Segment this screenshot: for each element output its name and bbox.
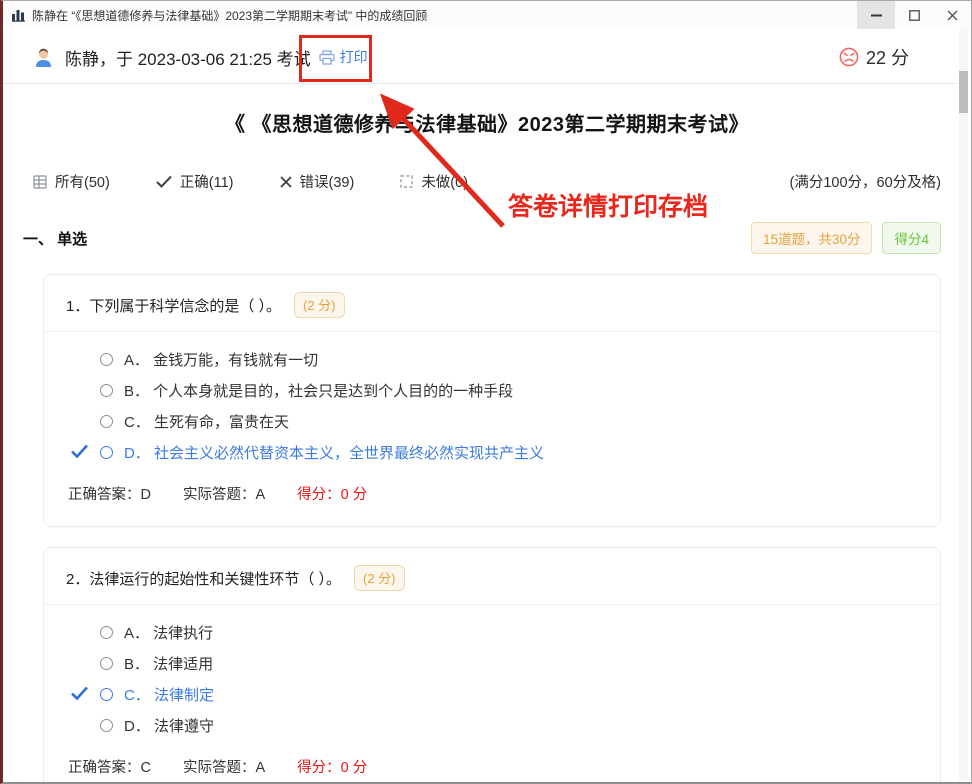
minimize-icon bbox=[871, 10, 882, 21]
option-a-text: A． 法律执行 bbox=[124, 622, 213, 643]
question-2-title: 2．法律运行的起始性和关键性环节（ ）。 bbox=[66, 568, 341, 589]
question-card-1: 1．下列属于科学信念的是（ ）。 (2 分) A． 金钱万能，有钱就有一切 B．… bbox=[43, 274, 941, 527]
print-label: 打印 bbox=[340, 47, 368, 67]
filter-wrong[interactable]: 错误(39) bbox=[280, 171, 355, 192]
pass-note: (满分100分，60分及格) bbox=[790, 171, 941, 192]
x-icon bbox=[280, 176, 292, 188]
radio-icon bbox=[100, 353, 113, 366]
window-controls bbox=[857, 1, 971, 29]
option-c: C． 生死有命，富贵在天 bbox=[64, 406, 920, 437]
option-b-text: B． 个人本身就是目的，社会只是达到个人目的的一种手段 bbox=[124, 380, 513, 401]
minimize-button[interactable] bbox=[857, 1, 895, 29]
question-1-title: 1．下列属于科学信念的是（ ）。 bbox=[66, 295, 281, 316]
radio-icon bbox=[100, 446, 113, 459]
question-card-2: 2．法律运行的起始性和关键性环节（ ）。 (2 分) A． 法律执行 B． 法律… bbox=[43, 547, 941, 784]
radio-icon bbox=[100, 657, 113, 670]
points-badge: (2 分) bbox=[294, 292, 345, 318]
printer-icon bbox=[319, 50, 335, 65]
option-d: D． 法律遵守 bbox=[64, 710, 920, 741]
maximize-icon bbox=[909, 10, 920, 21]
review-header: 陈静，于 2023-03-06 21:25 考试 打印 22 分 bbox=[3, 29, 957, 84]
points-badge: (2 分) bbox=[354, 565, 405, 591]
question-score: 得分：0 分 bbox=[297, 756, 367, 777]
radio-icon bbox=[100, 719, 113, 732]
question-score: 得分：0 分 bbox=[297, 483, 367, 504]
close-icon bbox=[947, 10, 958, 21]
filter-undone[interactable]: 未做(0) bbox=[400, 171, 468, 192]
option-a: A． 法律执行 bbox=[64, 617, 920, 648]
dashed-square-icon bbox=[400, 175, 413, 188]
option-d-text: D． 社会主义必然代替资本主义，全世界最终必然实现共产主义 bbox=[124, 442, 544, 463]
check-icon bbox=[156, 175, 172, 188]
bar-chart-icon bbox=[11, 8, 26, 22]
question-count-badge: 15道题，共30分 bbox=[751, 222, 873, 254]
filter-undone-label: 未做(0) bbox=[421, 171, 468, 192]
option-d-correct: D． 社会主义必然代替资本主义，全世界最终必然实现共产主义 bbox=[64, 437, 920, 468]
actual-answer: 实际答题：A bbox=[183, 756, 265, 777]
print-button[interactable]: 打印 bbox=[319, 47, 368, 67]
option-b: B． 个人本身就是目的，社会只是达到个人目的的一种手段 bbox=[64, 375, 920, 406]
avatar bbox=[33, 47, 54, 68]
vertical-scrollbar[interactable] bbox=[959, 29, 968, 780]
sad-face-icon bbox=[839, 47, 859, 67]
radio-icon bbox=[100, 688, 113, 701]
filter-wrong-label: 错误(39) bbox=[300, 171, 355, 192]
user-exam-line: 陈静，于 2023-03-06 21:25 考试 bbox=[65, 45, 311, 70]
question-1-options: A． 金钱万能，有钱就有一切 B． 个人本身就是目的，社会只是达到个人目的的一种… bbox=[44, 332, 940, 468]
section-badges: 15道题，共30分 得分4 bbox=[751, 222, 941, 254]
correct-check-icon bbox=[71, 444, 88, 462]
maximize-button[interactable] bbox=[895, 1, 933, 29]
section-title: 一、 单选 bbox=[23, 228, 87, 249]
close-button[interactable] bbox=[933, 1, 971, 29]
section-row: 一、 单选 15道题，共30分 得分4 bbox=[3, 192, 971, 254]
question-1-answer-line: 正确答案：D 实际答题：A 得分：0 分 bbox=[44, 468, 940, 526]
filter-correct-label: 正确(11) bbox=[180, 171, 234, 192]
grade-review-window: 陈静在 “《思想道德修养与法律基础》2023第二学期期末考试” 中的成绩回顾 陈… bbox=[0, 0, 972, 784]
question-1-header: 1．下列属于科学信念的是（ ）。 (2 分) bbox=[44, 275, 940, 332]
all-list-icon bbox=[33, 175, 47, 189]
score-value: 22 分 bbox=[866, 44, 909, 70]
option-c-text: C． 生死有命，富贵在天 bbox=[124, 411, 289, 432]
filter-all-label: 所有(50) bbox=[55, 171, 110, 192]
question-2-answer-line: 正确答案：C 实际答题：A 得分：0 分 bbox=[44, 741, 940, 784]
option-a: A． 金钱万能，有钱就有一切 bbox=[64, 344, 920, 375]
correct-answer: 正确答案：C bbox=[68, 756, 151, 777]
window-title: 陈静在 “《思想道德修养与法律基础》2023第二学期期末考试” 中的成绩回顾 bbox=[32, 7, 427, 24]
total-score: 22 分 bbox=[839, 44, 935, 70]
actual-answer: 实际答题：A bbox=[183, 483, 265, 504]
filter-correct[interactable]: 正确(11) bbox=[156, 171, 234, 192]
scrollbar-thumb[interactable] bbox=[959, 71, 968, 113]
option-d-text: D． 法律遵守 bbox=[124, 715, 214, 736]
question-2-options: A． 法律执行 B． 法律适用 C． 法律制定 D． 法律遵守 bbox=[44, 605, 940, 741]
question-2-header: 2．法律运行的起始性和关键性环节（ ）。 (2 分) bbox=[44, 548, 940, 605]
radio-icon bbox=[100, 384, 113, 397]
section-score-badge: 得分4 bbox=[882, 222, 941, 254]
option-b-text: B． 法律适用 bbox=[124, 653, 213, 674]
filter-row: 所有(50) 正确(11) 错误(39) 未做(0) (满分100分，60分及格… bbox=[3, 171, 971, 192]
option-b: B． 法律适用 bbox=[64, 648, 920, 679]
option-c-text: C． 法律制定 bbox=[124, 684, 214, 705]
option-c-correct: C． 法律制定 bbox=[64, 679, 920, 710]
option-a-text: A． 金钱万能，有钱就有一切 bbox=[124, 349, 318, 370]
correct-answer: 正确答案：D bbox=[68, 483, 151, 504]
radio-icon bbox=[100, 415, 113, 428]
correct-check-icon bbox=[71, 686, 88, 704]
filter-all[interactable]: 所有(50) bbox=[33, 171, 110, 192]
titlebar: 陈静在 “《思想道德修养与法律基础》2023第二学期期末考试” 中的成绩回顾 bbox=[3, 1, 971, 29]
radio-icon bbox=[100, 626, 113, 639]
exam-title: 《 《思想道德修养与法律基础》2023第二学期期末考试》 bbox=[3, 108, 971, 137]
